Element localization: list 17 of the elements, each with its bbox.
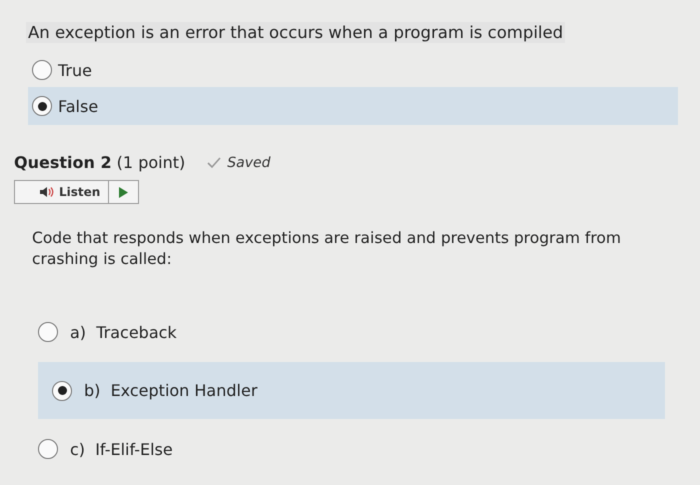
question-title: Question 2 (1 point) <box>14 153 186 172</box>
radio-button[interactable] <box>38 439 58 459</box>
play-icon <box>119 186 128 198</box>
check-icon <box>207 156 222 168</box>
speaker-icon <box>39 186 55 198</box>
option-label: b) Exception Handler <box>84 381 258 400</box>
option-label: False <box>58 96 98 116</box>
saved-status: Saved <box>227 154 270 170</box>
radio-button[interactable] <box>52 380 72 400</box>
option-label: a) Traceback <box>70 322 177 342</box>
radio-button[interactable] <box>38 322 58 342</box>
option-label: c) If-Elif-Else <box>70 440 173 458</box>
option-label: True <box>58 60 92 80</box>
question-text: An exception is an error that occurs when a program is compiled <box>26 22 566 43</box>
radio-button[interactable] <box>32 96 52 116</box>
question-text: Code that responds when exceptions are raised and prevents program from crashing is called: <box>32 228 622 270</box>
radio-button[interactable] <box>32 60 52 80</box>
